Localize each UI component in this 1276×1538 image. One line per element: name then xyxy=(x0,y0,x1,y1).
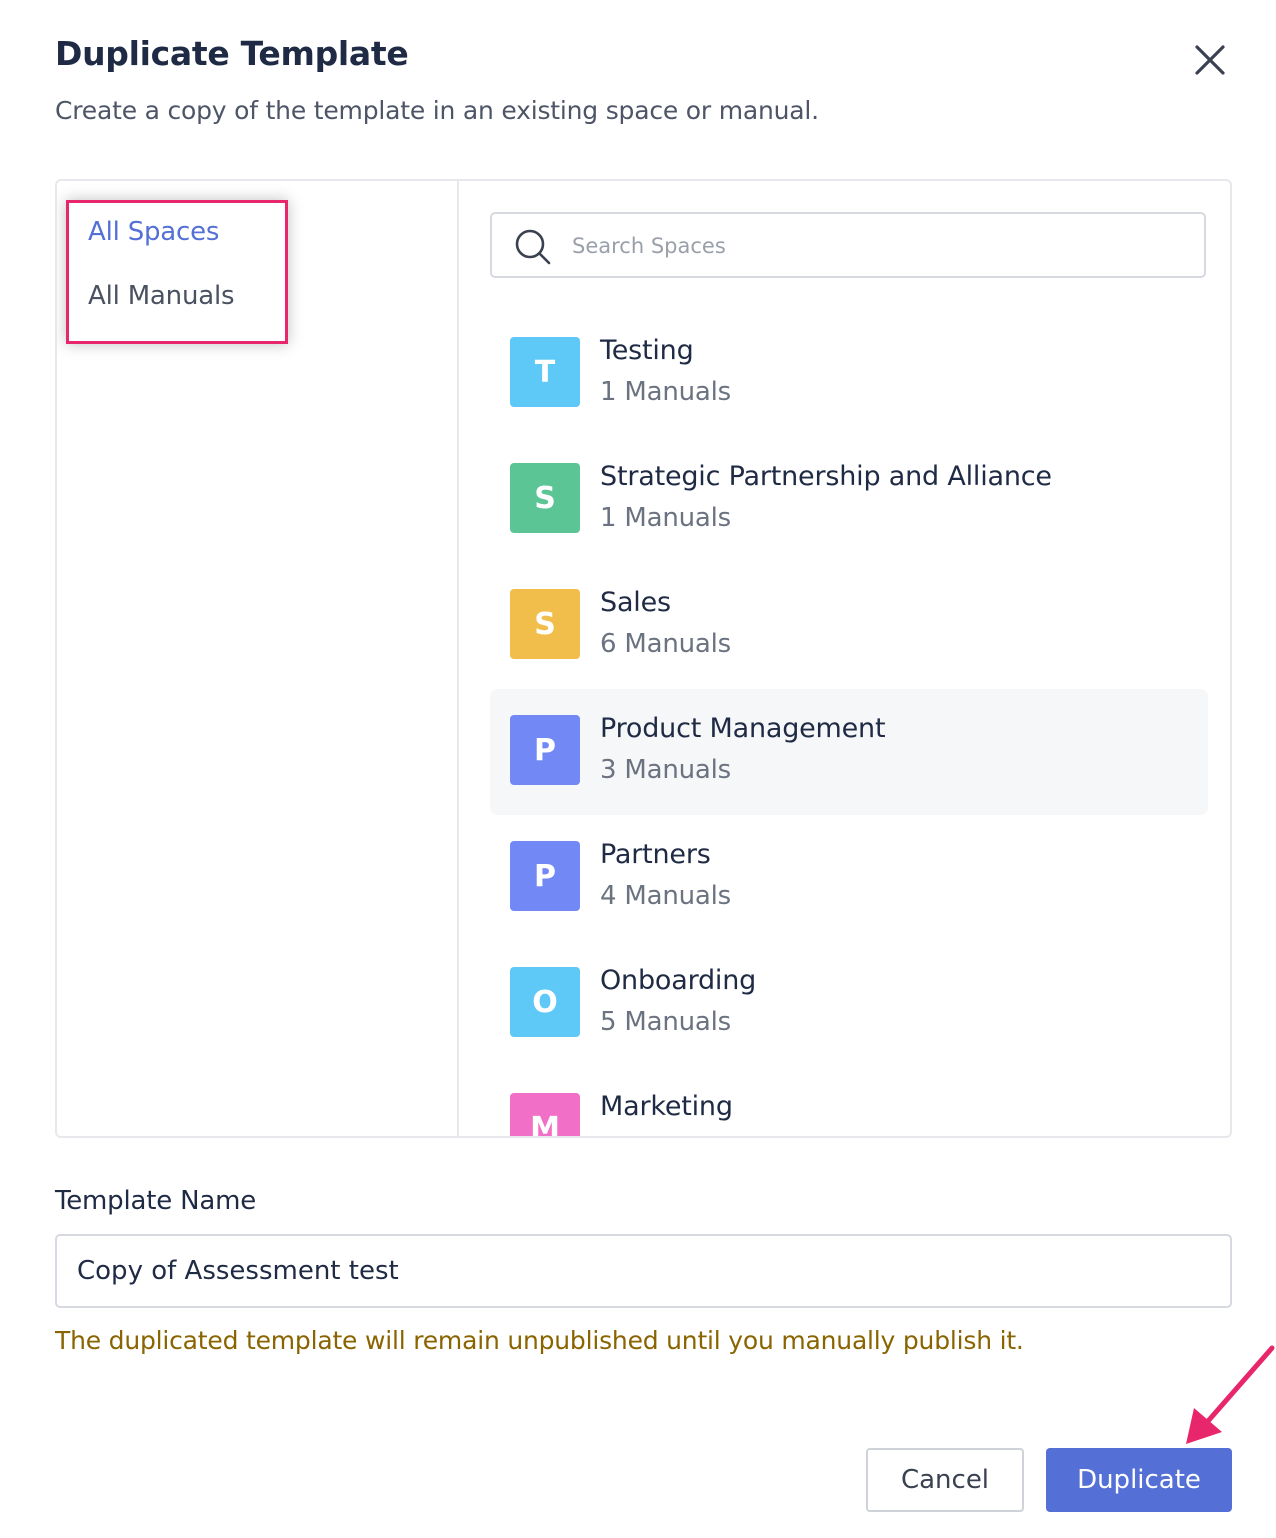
space-avatar: S xyxy=(510,589,580,659)
space-item-strategic-partnership[interactable]: S Strategic Partnership and Alliance 1 M… xyxy=(490,437,1208,563)
search-box[interactable] xyxy=(490,212,1206,278)
space-name: Marketing xyxy=(600,1091,733,1122)
search-icon xyxy=(515,229,551,265)
template-name-input[interactable] xyxy=(55,1234,1232,1308)
space-avatar: O xyxy=(510,967,580,1037)
nav-item-all-manuals[interactable]: All Manuals xyxy=(88,281,235,311)
close-icon xyxy=(1195,45,1225,75)
dialog-title: Duplicate Template xyxy=(55,34,409,73)
space-name: Onboarding xyxy=(600,965,757,996)
template-name-label: Template Name xyxy=(55,1186,257,1216)
space-manual-count: 1 Manuals xyxy=(600,377,732,407)
space-avatar: M xyxy=(510,1093,580,1136)
space-avatar: T xyxy=(510,337,580,407)
space-manual-count: 6 Manuals xyxy=(600,629,732,659)
unpublished-warning: The duplicated template will remain unpu… xyxy=(55,1326,1024,1355)
nav-column: All Spaces All Manuals xyxy=(57,181,459,1136)
space-item-onboarding[interactable]: O Onboarding 5 Manuals xyxy=(490,941,1208,1067)
space-item-testing[interactable]: T Testing 1 Manuals xyxy=(490,311,1208,437)
space-avatar: P xyxy=(510,715,580,785)
space-manual-count: 4 Manuals xyxy=(600,881,732,911)
space-item-product-management[interactable]: P Product Management 3 Manuals xyxy=(490,689,1208,815)
space-manual-count: 1 Manuals xyxy=(600,503,732,533)
close-button[interactable] xyxy=(1190,40,1230,80)
space-name: Product Management xyxy=(600,713,886,744)
pointer-arrow-icon xyxy=(1186,1345,1275,1444)
space-name: Partners xyxy=(600,839,711,870)
space-name: Sales xyxy=(600,587,671,618)
space-avatar: S xyxy=(510,463,580,533)
space-item-partners[interactable]: P Partners 4 Manuals xyxy=(490,815,1208,941)
space-item-marketing[interactable]: M Marketing xyxy=(490,1067,1208,1136)
nav-item-all-spaces[interactable]: All Spaces xyxy=(88,217,219,247)
search-input[interactable] xyxy=(570,224,1174,268)
space-manual-count: 3 Manuals xyxy=(600,755,732,785)
space-avatar: P xyxy=(510,841,580,911)
cancel-button[interactable]: Cancel xyxy=(866,1448,1024,1512)
space-item-sales[interactable]: S Sales 6 Manuals xyxy=(490,563,1208,689)
space-name: Testing xyxy=(600,335,694,366)
space-picker-panel: All Spaces All Manuals T Testing 1 Manua… xyxy=(55,179,1232,1138)
dialog-subtitle: Create a copy of the template in an exis… xyxy=(55,96,819,125)
duplicate-button[interactable]: Duplicate xyxy=(1046,1448,1232,1512)
space-list: T Testing 1 Manuals S Strategic Partners… xyxy=(490,311,1208,1136)
space-name: Strategic Partnership and Alliance xyxy=(600,461,1052,492)
space-manual-count: 5 Manuals xyxy=(600,1007,732,1037)
